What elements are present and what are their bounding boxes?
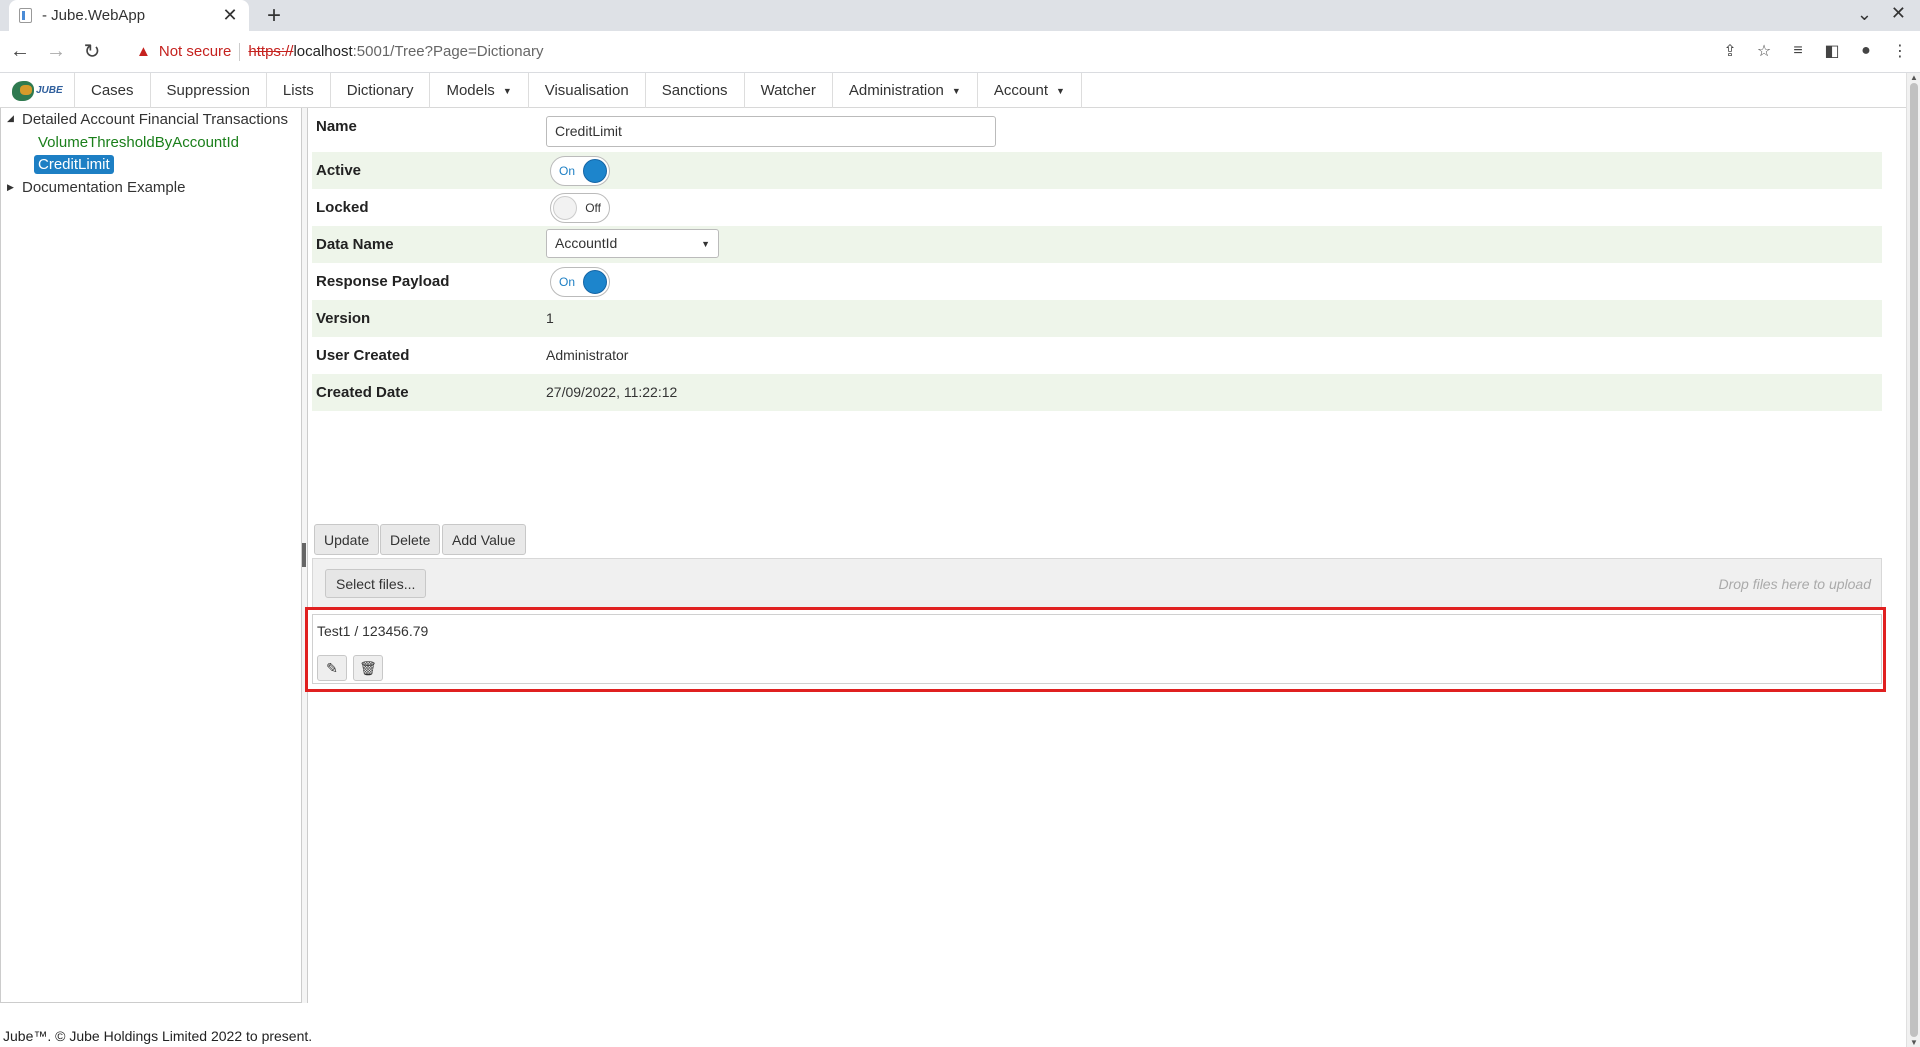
menu-models-label: Models — [446, 82, 495, 99]
name-input[interactable]: CreditLimit — [546, 116, 996, 147]
tab-title: - Jube.WebApp — [42, 7, 146, 24]
scroll-up-arrow-icon[interactable]: ▲ — [1910, 73, 1918, 82]
page-favicon-icon — [19, 8, 32, 23]
menu-visualisation[interactable]: Visualisation — [529, 73, 646, 108]
page-footer: Jube™. © Jube Holdings Limited 2022 to p… — [3, 1028, 313, 1044]
active-label: Active — [316, 162, 362, 179]
menu-models[interactable]: Models ▼ — [430, 73, 529, 108]
media-queue-icon[interactable]: ≡ — [1786, 39, 1810, 63]
response-payload-toggle-state: On — [559, 275, 576, 289]
name-label: Name — [316, 118, 357, 135]
row-data-name: Data Name AccountId ▼ — [312, 226, 1882, 263]
row-locked: Locked Off — [312, 189, 1882, 226]
forward-arrow-icon[interactable]: → — [40, 36, 72, 68]
app-menubar: JUBE Cases Suppression Lists Dictionary … — [0, 73, 1906, 108]
locked-toggle[interactable]: Off — [550, 193, 610, 223]
chevron-down-icon: ▼ — [1056, 85, 1065, 96]
url-scheme: https:// — [248, 43, 294, 60]
data-name-select[interactable]: AccountId ▼ — [546, 229, 719, 258]
browser-tabbar: - Jube.WebApp ✕ + ⌄ ✕ — [0, 0, 1920, 31]
warning-triangle-icon[interactable]: ▲ — [136, 43, 151, 60]
menu-cases[interactable]: Cases — [75, 73, 151, 108]
file-dropzone[interactable]: Select files... Drop files here to uploa… — [312, 558, 1882, 608]
url-field[interactable]: https://localhost:5001/Tree?Page=Diction… — [248, 43, 543, 60]
version-label: Version — [316, 310, 371, 327]
version-value: 1 — [546, 310, 554, 326]
url-host: localhost — [293, 43, 353, 60]
row-version: Version 1 — [312, 300, 1882, 337]
locked-label: Locked — [316, 199, 369, 216]
row-active: Active On — [312, 152, 1882, 189]
toggle-knob — [583, 159, 607, 183]
tree-item-credit-limit[interactable]: CreditLimit — [34, 155, 114, 174]
drop-files-hint: Drop files here to upload — [1718, 576, 1871, 592]
splitter-grip[interactable] — [302, 543, 306, 567]
tree-group-documentation-example[interactable]: Documentation Example — [22, 179, 185, 196]
scrollbar-thumb[interactable] — [1910, 83, 1918, 1037]
update-button[interactable]: Update — [314, 524, 380, 555]
browser-menu-icon[interactable]: ⋮ — [1888, 39, 1912, 63]
share-icon[interactable]: ⇪ — [1718, 39, 1742, 63]
tree-item-volume-threshold[interactable]: VolumeThresholdByAccountId — [38, 134, 239, 151]
not-secure-label[interactable]: Not secure — [159, 43, 232, 60]
address-separator — [239, 42, 241, 61]
locked-toggle-state: Off — [585, 201, 601, 215]
jube-logo-text: JUBE — [36, 85, 63, 96]
side-panel-icon[interactable]: ◧ — [1820, 39, 1844, 63]
menu-suppression[interactable]: Suppression — [151, 73, 267, 108]
address-bar: ← → ↻ ▲ Not secure https://localhost:500… — [0, 31, 1920, 73]
menu-account-label: Account — [993, 82, 1049, 99]
data-name-label: Data Name — [316, 236, 394, 253]
tree-expanded-arrow-icon[interactable]: ◢ — [7, 113, 14, 124]
user-created-label: User Created — [316, 347, 410, 364]
row-user-created: User Created Administrator — [312, 337, 1882, 374]
dictionary-tree: ◢ Detailed Account Financial Transaction… — [0, 108, 302, 1003]
chevron-down-icon: ▼ — [951, 85, 961, 96]
reload-icon[interactable]: ↻ — [76, 36, 108, 68]
select-files-button[interactable]: Select files... — [325, 569, 427, 598]
user-created-value: Administrator — [546, 347, 629, 363]
row-created-date: Created Date 27/09/2022, 11:22:12 — [312, 374, 1882, 411]
row-response-payload: Response Payload On — [312, 263, 1882, 300]
menu-account[interactable]: Account ▼ — [978, 73, 1082, 108]
window-close-icon[interactable]: ✕ — [1891, 3, 1906, 24]
tab-close-icon[interactable]: ✕ — [221, 5, 239, 26]
toggle-knob — [553, 196, 577, 220]
tab-search-chevron-icon[interactable]: ⌄ — [1857, 4, 1872, 25]
row-name: Name CreditLimit — [312, 108, 1882, 147]
menu-sanctions[interactable]: Sanctions — [646, 73, 745, 108]
bookmark-star-icon[interactable]: ☆ — [1752, 39, 1776, 63]
browser-tab[interactable]: - Jube.WebApp ✕ — [9, 0, 249, 31]
menu-administration[interactable]: Administration ▼ — [833, 73, 978, 108]
new-tab-button[interactable]: + — [260, 2, 288, 30]
tree-collapsed-arrow-icon[interactable]: ▶ — [7, 182, 14, 193]
active-toggle-state: On — [559, 164, 576, 178]
created-date-value: 27/09/2022, 11:22:12 — [546, 384, 678, 400]
add-value-button[interactable]: Add Value — [442, 524, 526, 555]
response-payload-toggle[interactable]: On — [550, 267, 610, 297]
highlight-box — [305, 607, 1886, 692]
toggle-knob — [583, 270, 607, 294]
dictionary-form: Name CreditLimit Active On Locked Off Da… — [305, 108, 1906, 1003]
menu-administration-label: Administration — [848, 82, 944, 99]
active-toggle[interactable]: On — [550, 156, 610, 186]
data-name-selected: AccountId — [555, 235, 618, 251]
dropdown-arrow-icon: ▼ — [701, 239, 710, 249]
tree-group-detailed-account[interactable]: Detailed Account Financial Transactions — [22, 111, 288, 128]
menu-watcher[interactable]: Watcher — [745, 73, 833, 108]
response-payload-label: Response Payload — [316, 273, 450, 290]
chevron-down-icon: ▼ — [502, 85, 512, 96]
page-scrollbar[interactable]: ▲ ▼ — [1906, 73, 1920, 1047]
jube-logo[interactable]: JUBE — [0, 73, 75, 108]
back-arrow-icon[interactable]: ← — [4, 36, 36, 68]
url-path: :5001/Tree?Page=Dictionary — [352, 43, 544, 60]
profile-avatar-icon[interactable]: ● — [1854, 39, 1878, 63]
scroll-down-arrow-icon[interactable]: ▼ — [1910, 1038, 1918, 1047]
delete-button[interactable]: Delete — [380, 524, 441, 555]
menu-lists[interactable]: Lists — [267, 73, 331, 108]
jube-logo-icon — [12, 80, 34, 101]
created-date-label: Created Date — [316, 384, 409, 401]
menu-dictionary[interactable]: Dictionary — [331, 73, 431, 108]
